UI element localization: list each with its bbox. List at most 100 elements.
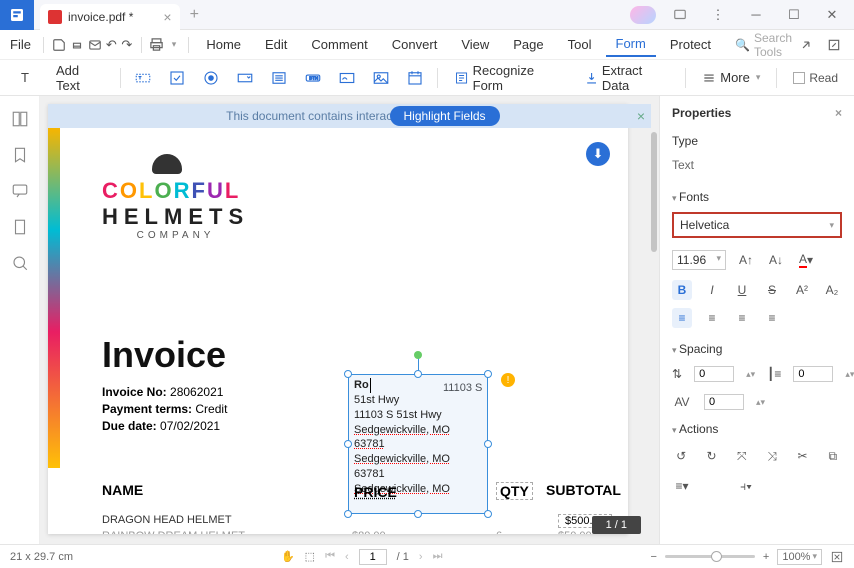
align-justify-icon[interactable]: ≡ (762, 308, 782, 328)
subscript-button[interactable]: A₂ (822, 280, 842, 300)
close-window-button[interactable]: ✕ (818, 1, 846, 29)
close-tab-icon[interactable]: × (163, 9, 171, 25)
bookmarks-icon[interactable] (11, 146, 29, 164)
radio-icon[interactable] (199, 66, 223, 90)
feedback-icon[interactable] (666, 1, 694, 29)
comments-icon[interactable] (11, 182, 29, 200)
file-menu[interactable]: File (10, 37, 31, 52)
zoom-select[interactable]: 100%▾ (777, 549, 822, 565)
tab-protect[interactable]: Protect (660, 33, 721, 56)
minimize-button[interactable]: ─ (742, 1, 770, 29)
more-icon[interactable]: ⋮ (704, 1, 732, 29)
prev-page-icon[interactable]: ‹ (345, 551, 349, 563)
highlight-fields-button[interactable]: Highlight Fields (390, 106, 500, 126)
crop-icon[interactable]: ✂ (793, 446, 811, 466)
read-toggle[interactable]: Read (787, 68, 844, 88)
document-tab[interactable]: invoice.pdf * × (40, 4, 180, 30)
more-button[interactable]: More▾ (696, 67, 766, 88)
rotate-handle[interactable] (414, 351, 422, 359)
undo-icon[interactable]: ↶ (106, 35, 118, 55)
first-page-icon[interactable]: ⏮ (325, 550, 335, 563)
mail-icon[interactable] (88, 35, 102, 55)
tab-tool[interactable]: Tool (558, 33, 602, 56)
button-field-icon[interactable]: BTN (301, 66, 325, 90)
search-panel-icon[interactable] (11, 254, 29, 272)
next-page-icon[interactable]: › (419, 551, 423, 563)
flip-v-icon[interactable]: ⤨ (763, 446, 781, 466)
replace-icon[interactable]: ⧉ (824, 446, 842, 466)
font-color-icon[interactable]: A▾ (796, 250, 816, 270)
align-center-icon[interactable]: ≡ (702, 308, 722, 328)
extract-data-button[interactable]: Extract Data (579, 60, 676, 96)
resize-handle-nw[interactable] (344, 370, 352, 378)
properties-close-icon[interactable]: × (835, 106, 842, 120)
fonts-section[interactable]: Fonts (672, 190, 842, 204)
recognize-form-button[interactable]: Recognize Form (448, 60, 569, 96)
listbox-icon[interactable] (267, 66, 291, 90)
zoom-out-icon[interactable]: − (650, 551, 656, 563)
tab-home[interactable]: Home (196, 33, 251, 56)
flip-h-icon[interactable]: ⤧ (733, 446, 751, 466)
superscript-button[interactable]: A² (792, 280, 812, 300)
resize-handle-sw[interactable] (344, 510, 352, 518)
strikethrough-button[interactable]: S (762, 280, 782, 300)
font-size-select[interactable]: 11.96▾ (672, 250, 726, 270)
rotate-cw-icon[interactable]: ↻ (702, 446, 720, 466)
text-field-icon[interactable] (131, 66, 155, 90)
text-tool[interactable]: T (10, 66, 40, 90)
dropdown-field-icon[interactable] (233, 66, 257, 90)
save-icon[interactable] (52, 35, 66, 55)
align-objects-icon[interactable]: ⫞▾ (736, 476, 756, 496)
open-external-icon[interactable] (824, 35, 844, 55)
tab-view[interactable]: View (451, 33, 499, 56)
tab-convert[interactable]: Convert (382, 33, 448, 56)
dropdown-icon[interactable]: ▾ (168, 35, 180, 55)
last-page-icon[interactable]: ⏭ (433, 550, 443, 563)
print2-icon[interactable] (149, 35, 164, 55)
arrange-icon[interactable]: ≡▾ (672, 476, 692, 496)
fit-page-icon[interactable] (830, 550, 844, 564)
add-text-button[interactable]: Add Text (50, 60, 110, 96)
app-logo[interactable] (0, 0, 34, 30)
tab-form[interactable]: Form (606, 32, 656, 57)
share-icon[interactable] (796, 35, 816, 55)
page-number-input[interactable] (359, 549, 387, 565)
resize-handle-e[interactable] (484, 440, 492, 448)
checkbox-icon[interactable] (165, 66, 189, 90)
zoom-slider[interactable] (665, 555, 755, 558)
thumbnails-icon[interactable] (11, 110, 29, 128)
italic-button[interactable]: I (702, 280, 722, 300)
hand-tool-icon[interactable]: ✋ (281, 550, 295, 563)
font-family-select[interactable]: Helvetica▾ (672, 212, 842, 238)
spacing-section[interactable]: Spacing (672, 342, 842, 356)
resize-handle-se[interactable] (484, 510, 492, 518)
attachments-icon[interactable] (11, 218, 29, 236)
space-after-input[interactable] (793, 366, 833, 382)
resize-handle-w[interactable] (344, 440, 352, 448)
decrease-font-icon[interactable]: A↓ (766, 250, 786, 270)
maximize-button[interactable]: ☐ (780, 1, 808, 29)
print-icon[interactable] (70, 35, 84, 55)
new-tab-button[interactable]: + (190, 6, 199, 24)
th-qty[interactable]: QTY (496, 482, 533, 500)
download-icon[interactable]: ⬇ (586, 142, 610, 166)
document-viewport[interactable]: ⬇ COLORFUL HELMETS COMPANY Invoice Invoi… (40, 96, 659, 544)
resize-handle-n[interactable] (414, 370, 422, 378)
align-left-icon[interactable]: ≡ (672, 308, 692, 328)
banner-close-icon[interactable]: × (637, 108, 645, 124)
rotate-ccw-icon[interactable]: ↺ (672, 446, 690, 466)
field-contents[interactable]: Ro 51st Hwy 11103 S 51st Hwy Sedgewickvi… (349, 375, 487, 500)
date-field-icon[interactable] (403, 66, 427, 90)
tab-comment[interactable]: Comment (301, 33, 377, 56)
zoom-in-icon[interactable]: + (763, 551, 769, 563)
image-field-icon[interactable] (369, 66, 393, 90)
actions-section[interactable]: Actions (672, 422, 842, 436)
char-spacing-input[interactable] (704, 394, 744, 410)
resize-handle-ne[interactable] (484, 370, 492, 378)
warning-icon[interactable]: ! (501, 373, 515, 387)
increase-font-icon[interactable]: A↑ (736, 250, 756, 270)
resize-handle-s[interactable] (414, 510, 422, 518)
underline-button[interactable]: U (732, 280, 752, 300)
vertical-scrollbar[interactable] (651, 132, 657, 252)
align-right-icon[interactable]: ≡ (732, 308, 752, 328)
